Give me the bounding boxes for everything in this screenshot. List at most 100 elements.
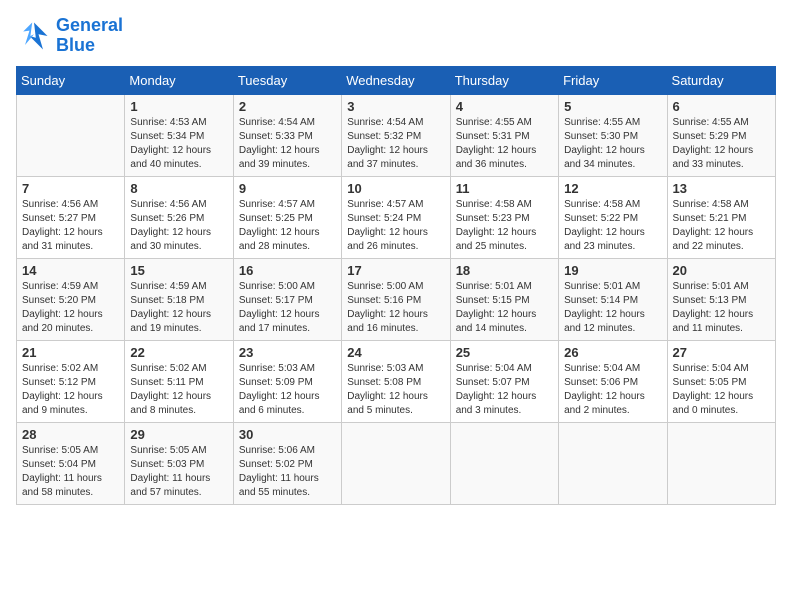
day-cell-14: 14 Sunrise: 4:59 AM Sunset: 5:20 PM Dayl… (17, 258, 125, 340)
calendar-week-4: 21 Sunrise: 5:02 AM Sunset: 5:12 PM Dayl… (17, 340, 776, 422)
day-cell-29: 29 Sunrise: 5:05 AM Sunset: 5:03 PM Dayl… (125, 422, 233, 504)
calendar-week-5: 28 Sunrise: 5:05 AM Sunset: 5:04 PM Dayl… (17, 422, 776, 504)
col-header-friday: Friday (559, 66, 667, 94)
day-cell-9: 9 Sunrise: 4:57 AM Sunset: 5:25 PM Dayli… (233, 176, 341, 258)
day-info: Sunrise: 4:57 AM Sunset: 5:25 PM Dayligh… (239, 198, 336, 254)
day-cell-19: 19 Sunrise: 5:01 AM Sunset: 5:14 PM Dayl… (559, 258, 667, 340)
day-number: 28 (22, 427, 119, 442)
day-info: Sunrise: 5:04 AM Sunset: 5:07 PM Dayligh… (456, 362, 553, 418)
day-number: 19 (564, 263, 661, 278)
day-number: 2 (239, 99, 336, 114)
day-info: Sunrise: 4:54 AM Sunset: 5:33 PM Dayligh… (239, 116, 336, 172)
day-info: Sunrise: 4:53 AM Sunset: 5:34 PM Dayligh… (130, 116, 227, 172)
day-number: 6 (673, 99, 770, 114)
day-cell-26: 26 Sunrise: 5:04 AM Sunset: 5:06 PM Dayl… (559, 340, 667, 422)
day-number: 27 (673, 345, 770, 360)
col-header-thursday: Thursday (450, 66, 558, 94)
page-header: General Blue (16, 16, 776, 56)
day-number: 7 (22, 181, 119, 196)
day-cell-20: 20 Sunrise: 5:01 AM Sunset: 5:13 PM Dayl… (667, 258, 775, 340)
day-number: 3 (347, 99, 444, 114)
day-cell-13: 13 Sunrise: 4:58 AM Sunset: 5:21 PM Dayl… (667, 176, 775, 258)
day-number: 21 (22, 345, 119, 360)
day-number: 9 (239, 181, 336, 196)
day-number: 25 (456, 345, 553, 360)
empty-cell (342, 422, 450, 504)
col-header-monday: Monday (125, 66, 233, 94)
day-number: 13 (673, 181, 770, 196)
day-cell-16: 16 Sunrise: 5:00 AM Sunset: 5:17 PM Dayl… (233, 258, 341, 340)
day-cell-1: 1 Sunrise: 4:53 AM Sunset: 5:34 PM Dayli… (125, 94, 233, 176)
day-info: Sunrise: 5:03 AM Sunset: 5:08 PM Dayligh… (347, 362, 444, 418)
day-info: Sunrise: 5:01 AM Sunset: 5:15 PM Dayligh… (456, 280, 553, 336)
day-cell-10: 10 Sunrise: 4:57 AM Sunset: 5:24 PM Dayl… (342, 176, 450, 258)
day-info: Sunrise: 5:00 AM Sunset: 5:17 PM Dayligh… (239, 280, 336, 336)
day-info: Sunrise: 5:01 AM Sunset: 5:13 PM Dayligh… (673, 280, 770, 336)
day-info: Sunrise: 4:59 AM Sunset: 5:18 PM Dayligh… (130, 280, 227, 336)
logo: General Blue (16, 16, 123, 56)
day-cell-18: 18 Sunrise: 5:01 AM Sunset: 5:15 PM Dayl… (450, 258, 558, 340)
day-cell-22: 22 Sunrise: 5:02 AM Sunset: 5:11 PM Dayl… (125, 340, 233, 422)
day-cell-8: 8 Sunrise: 4:56 AM Sunset: 5:26 PM Dayli… (125, 176, 233, 258)
day-info: Sunrise: 5:03 AM Sunset: 5:09 PM Dayligh… (239, 362, 336, 418)
day-cell-3: 3 Sunrise: 4:54 AM Sunset: 5:32 PM Dayli… (342, 94, 450, 176)
logo-icon (16, 18, 52, 54)
day-cell-7: 7 Sunrise: 4:56 AM Sunset: 5:27 PM Dayli… (17, 176, 125, 258)
day-info: Sunrise: 5:00 AM Sunset: 5:16 PM Dayligh… (347, 280, 444, 336)
day-cell-11: 11 Sunrise: 4:58 AM Sunset: 5:23 PM Dayl… (450, 176, 558, 258)
day-cell-27: 27 Sunrise: 5:04 AM Sunset: 5:05 PM Dayl… (667, 340, 775, 422)
day-info: Sunrise: 4:58 AM Sunset: 5:23 PM Dayligh… (456, 198, 553, 254)
day-number: 29 (130, 427, 227, 442)
day-number: 30 (239, 427, 336, 442)
day-cell-12: 12 Sunrise: 4:58 AM Sunset: 5:22 PM Dayl… (559, 176, 667, 258)
day-info: Sunrise: 4:55 AM Sunset: 5:29 PM Dayligh… (673, 116, 770, 172)
empty-cell (559, 422, 667, 504)
day-info: Sunrise: 4:56 AM Sunset: 5:26 PM Dayligh… (130, 198, 227, 254)
day-cell-4: 4 Sunrise: 4:55 AM Sunset: 5:31 PM Dayli… (450, 94, 558, 176)
day-info: Sunrise: 4:58 AM Sunset: 5:21 PM Dayligh… (673, 198, 770, 254)
empty-cell (667, 422, 775, 504)
day-number: 12 (564, 181, 661, 196)
calendar-week-2: 7 Sunrise: 4:56 AM Sunset: 5:27 PM Dayli… (17, 176, 776, 258)
day-cell-17: 17 Sunrise: 5:00 AM Sunset: 5:16 PM Dayl… (342, 258, 450, 340)
day-info: Sunrise: 4:54 AM Sunset: 5:32 PM Dayligh… (347, 116, 444, 172)
day-number: 26 (564, 345, 661, 360)
day-cell-5: 5 Sunrise: 4:55 AM Sunset: 5:30 PM Dayli… (559, 94, 667, 176)
col-header-wednesday: Wednesday (342, 66, 450, 94)
day-number: 24 (347, 345, 444, 360)
day-cell-24: 24 Sunrise: 5:03 AM Sunset: 5:08 PM Dayl… (342, 340, 450, 422)
day-info: Sunrise: 5:01 AM Sunset: 5:14 PM Dayligh… (564, 280, 661, 336)
day-info: Sunrise: 5:05 AM Sunset: 5:04 PM Dayligh… (22, 444, 119, 500)
day-info: Sunrise: 5:04 AM Sunset: 5:06 PM Dayligh… (564, 362, 661, 418)
day-number: 18 (456, 263, 553, 278)
day-info: Sunrise: 4:56 AM Sunset: 5:27 PM Dayligh… (22, 198, 119, 254)
calendar-table: SundayMondayTuesdayWednesdayThursdayFrid… (16, 66, 776, 505)
empty-cell (450, 422, 558, 504)
day-number: 20 (673, 263, 770, 278)
day-cell-25: 25 Sunrise: 5:04 AM Sunset: 5:07 PM Dayl… (450, 340, 558, 422)
day-number: 5 (564, 99, 661, 114)
day-number: 23 (239, 345, 336, 360)
day-cell-15: 15 Sunrise: 4:59 AM Sunset: 5:18 PM Dayl… (125, 258, 233, 340)
day-info: Sunrise: 4:55 AM Sunset: 5:30 PM Dayligh… (564, 116, 661, 172)
logo-text: General Blue (56, 16, 123, 56)
empty-cell (17, 94, 125, 176)
day-info: Sunrise: 5:02 AM Sunset: 5:11 PM Dayligh… (130, 362, 227, 418)
day-cell-30: 30 Sunrise: 5:06 AM Sunset: 5:02 PM Dayl… (233, 422, 341, 504)
day-cell-28: 28 Sunrise: 5:05 AM Sunset: 5:04 PM Dayl… (17, 422, 125, 504)
day-cell-6: 6 Sunrise: 4:55 AM Sunset: 5:29 PM Dayli… (667, 94, 775, 176)
day-info: Sunrise: 4:58 AM Sunset: 5:22 PM Dayligh… (564, 198, 661, 254)
day-info: Sunrise: 4:57 AM Sunset: 5:24 PM Dayligh… (347, 198, 444, 254)
day-number: 15 (130, 263, 227, 278)
day-info: Sunrise: 4:55 AM Sunset: 5:31 PM Dayligh… (456, 116, 553, 172)
day-cell-23: 23 Sunrise: 5:03 AM Sunset: 5:09 PM Dayl… (233, 340, 341, 422)
day-number: 11 (456, 181, 553, 196)
col-header-sunday: Sunday (17, 66, 125, 94)
day-info: Sunrise: 4:59 AM Sunset: 5:20 PM Dayligh… (22, 280, 119, 336)
day-number: 16 (239, 263, 336, 278)
day-number: 17 (347, 263, 444, 278)
calendar-week-3: 14 Sunrise: 4:59 AM Sunset: 5:20 PM Dayl… (17, 258, 776, 340)
day-info: Sunrise: 5:05 AM Sunset: 5:03 PM Dayligh… (130, 444, 227, 500)
day-number: 22 (130, 345, 227, 360)
day-cell-2: 2 Sunrise: 4:54 AM Sunset: 5:33 PM Dayli… (233, 94, 341, 176)
